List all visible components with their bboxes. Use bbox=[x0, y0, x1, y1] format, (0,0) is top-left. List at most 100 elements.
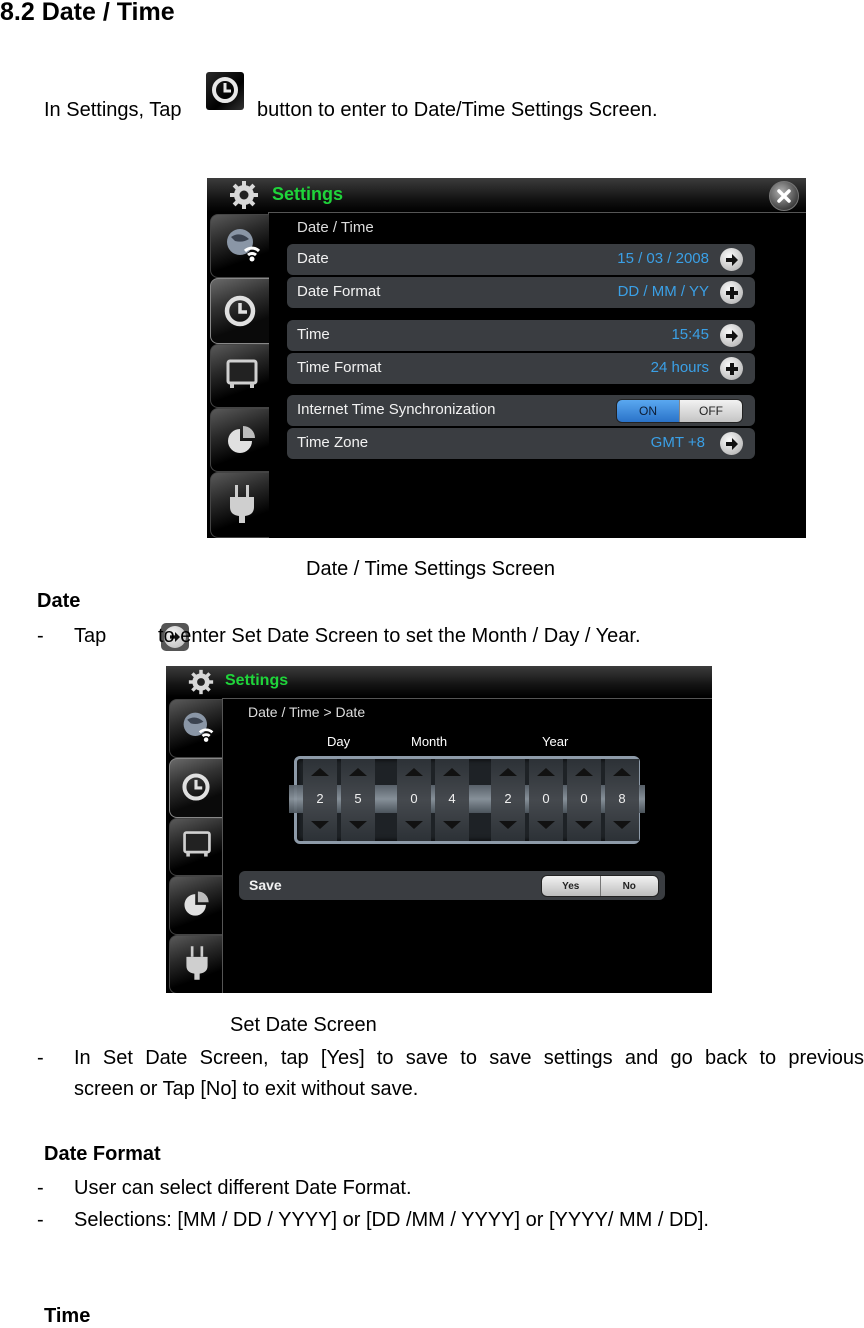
increment-arrow-icon[interactable] bbox=[537, 768, 555, 776]
increment-arrow-icon[interactable] bbox=[613, 768, 631, 776]
spinner-column-day: 5 bbox=[341, 759, 375, 841]
sidebar-tab-datetime[interactable] bbox=[169, 758, 222, 818]
clock-icon bbox=[206, 72, 244, 110]
increment-arrow-icon[interactable] bbox=[311, 768, 329, 776]
breadcrumb: Date / Time > Date bbox=[248, 704, 366, 720]
clock-icon bbox=[182, 773, 210, 801]
save-note-line1: In Set Date Screen, tap [Yes] to save to… bbox=[74, 1047, 864, 1069]
row-label: Save bbox=[249, 877, 282, 893]
datetime-settings-screen: Settings Date / Time Date 15 / 03 / 2008… bbox=[207, 178, 806, 538]
decrement-arrow-icon[interactable] bbox=[405, 821, 423, 829]
row-value: 15:45 bbox=[671, 326, 709, 343]
yes-button[interactable]: Yes bbox=[542, 876, 600, 896]
arrow-right-button[interactable] bbox=[720, 432, 743, 455]
toggle-on[interactable]: ON bbox=[617, 400, 679, 422]
divider bbox=[222, 698, 223, 993]
power-plug-icon bbox=[230, 485, 254, 523]
no-button[interactable]: No bbox=[599, 876, 658, 896]
bullet-text: User can select different Date Format. bbox=[74, 1177, 412, 1199]
decrement-arrow-icon[interactable] bbox=[349, 821, 367, 829]
column-label-month: Month bbox=[411, 734, 448, 749]
pie-chart-icon bbox=[228, 426, 255, 453]
sync-toggle[interactable]: ON OFF bbox=[616, 399, 743, 423]
increment-arrow-icon[interactable] bbox=[405, 768, 423, 776]
app-title: Settings bbox=[225, 672, 289, 689]
figure-caption: Date / Time Settings Screen bbox=[306, 558, 556, 580]
title-bar: Settings bbox=[166, 666, 712, 697]
spinner-digit: 5 bbox=[354, 791, 362, 806]
decrement-arrow-icon[interactable] bbox=[443, 821, 461, 829]
spinner-digit: 2 bbox=[316, 791, 324, 806]
toggle-off[interactable]: OFF bbox=[679, 400, 742, 422]
arrow-right-icon bbox=[725, 253, 738, 266]
tap-text: Tap bbox=[74, 625, 107, 647]
sidebar-tab-display[interactable] bbox=[210, 344, 269, 408]
gear-icon bbox=[230, 181, 258, 209]
sidebar-tab-statistics[interactable] bbox=[169, 876, 222, 935]
arrow-right-icon bbox=[725, 437, 738, 450]
plus-button[interactable] bbox=[720, 281, 743, 304]
row-time[interactable]: Time 15:45 bbox=[287, 320, 755, 351]
row-date-format[interactable]: Date Format DD / MM / YY bbox=[287, 277, 755, 308]
bullet-dash: - bbox=[37, 1177, 44, 1199]
bullet-dash: - bbox=[37, 1209, 44, 1231]
close-button[interactable] bbox=[769, 181, 799, 211]
arrow-right-icon bbox=[725, 329, 738, 342]
arrow-right-button[interactable] bbox=[720, 324, 743, 347]
spinner-digit: 2 bbox=[504, 791, 512, 806]
globe-wifi-icon bbox=[183, 712, 214, 742]
spinner-digit: 0 bbox=[580, 791, 588, 806]
save-choice: Yes No bbox=[541, 875, 659, 897]
sidebar-tab-power[interactable] bbox=[210, 472, 269, 538]
row-label: Date bbox=[297, 250, 329, 267]
section-heading: 8.2 Date / Time bbox=[0, 0, 175, 26]
spinner-column-year: 2 bbox=[491, 759, 525, 841]
plus-icon bbox=[725, 362, 738, 375]
divider bbox=[222, 698, 712, 699]
row-label: Internet Time Synchronization bbox=[297, 401, 496, 418]
globe-wifi-icon bbox=[227, 229, 261, 262]
decrement-arrow-icon[interactable] bbox=[311, 821, 329, 829]
set-date-screen: Settings Date / Time > Date Day Month Ye… bbox=[166, 666, 712, 993]
decrement-arrow-icon[interactable] bbox=[613, 821, 631, 829]
bullet-dash: - bbox=[37, 625, 44, 647]
sidebar-tab-network[interactable] bbox=[210, 214, 269, 278]
decrement-arrow-icon[interactable] bbox=[499, 821, 517, 829]
divider bbox=[269, 212, 806, 213]
sidebar-tab-network[interactable] bbox=[169, 699, 222, 758]
power-plug-icon bbox=[186, 946, 208, 980]
plus-button[interactable] bbox=[720, 357, 743, 380]
decrement-arrow-icon[interactable] bbox=[575, 821, 593, 829]
increment-arrow-icon[interactable] bbox=[499, 768, 517, 776]
increment-arrow-icon[interactable] bbox=[575, 768, 593, 776]
section-title: Date / Time bbox=[297, 219, 374, 236]
row-time-format[interactable]: Time Format 24 hours bbox=[287, 353, 755, 384]
sidebar-tab-display[interactable] bbox=[169, 818, 222, 876]
title-bar: Settings bbox=[207, 178, 806, 212]
spinner-digit: 0 bbox=[542, 791, 550, 806]
close-icon bbox=[777, 189, 791, 203]
arrow-right-button[interactable] bbox=[720, 248, 743, 271]
gear-icon bbox=[188, 669, 214, 695]
row-value: 15 / 03 / 2008 bbox=[617, 250, 709, 267]
row-time-zone[interactable]: Time Zone GMT +8 bbox=[287, 428, 755, 459]
sidebar-tab-power[interactable] bbox=[169, 935, 222, 993]
row-label: Time Zone bbox=[297, 434, 369, 451]
row-date[interactable]: Date 15 / 03 / 2008 bbox=[287, 244, 755, 275]
row-value: GMT +8 bbox=[650, 434, 705, 451]
sidebar-tab-statistics[interactable] bbox=[210, 408, 269, 472]
spinner-column-year: 0 bbox=[567, 759, 601, 841]
decrement-arrow-icon[interactable] bbox=[537, 821, 555, 829]
tap-text-after: to enter Set Date Screen to set the Mont… bbox=[158, 625, 641, 647]
sidebar-tab-datetime[interactable] bbox=[210, 278, 269, 344]
save-note-line2: screen or Tap [No] to exit without save. bbox=[74, 1078, 419, 1100]
display-icon bbox=[226, 359, 258, 388]
spinner-digit: 4 bbox=[448, 791, 456, 806]
increment-arrow-icon[interactable] bbox=[443, 768, 461, 776]
spinner-digit: 8 bbox=[618, 791, 626, 806]
pie-chart-icon bbox=[184, 891, 209, 916]
increment-arrow-icon[interactable] bbox=[349, 768, 367, 776]
row-label: Date Format bbox=[297, 283, 381, 300]
row-label: Time Format bbox=[297, 359, 382, 376]
bullet-dash: - bbox=[37, 1047, 44, 1069]
